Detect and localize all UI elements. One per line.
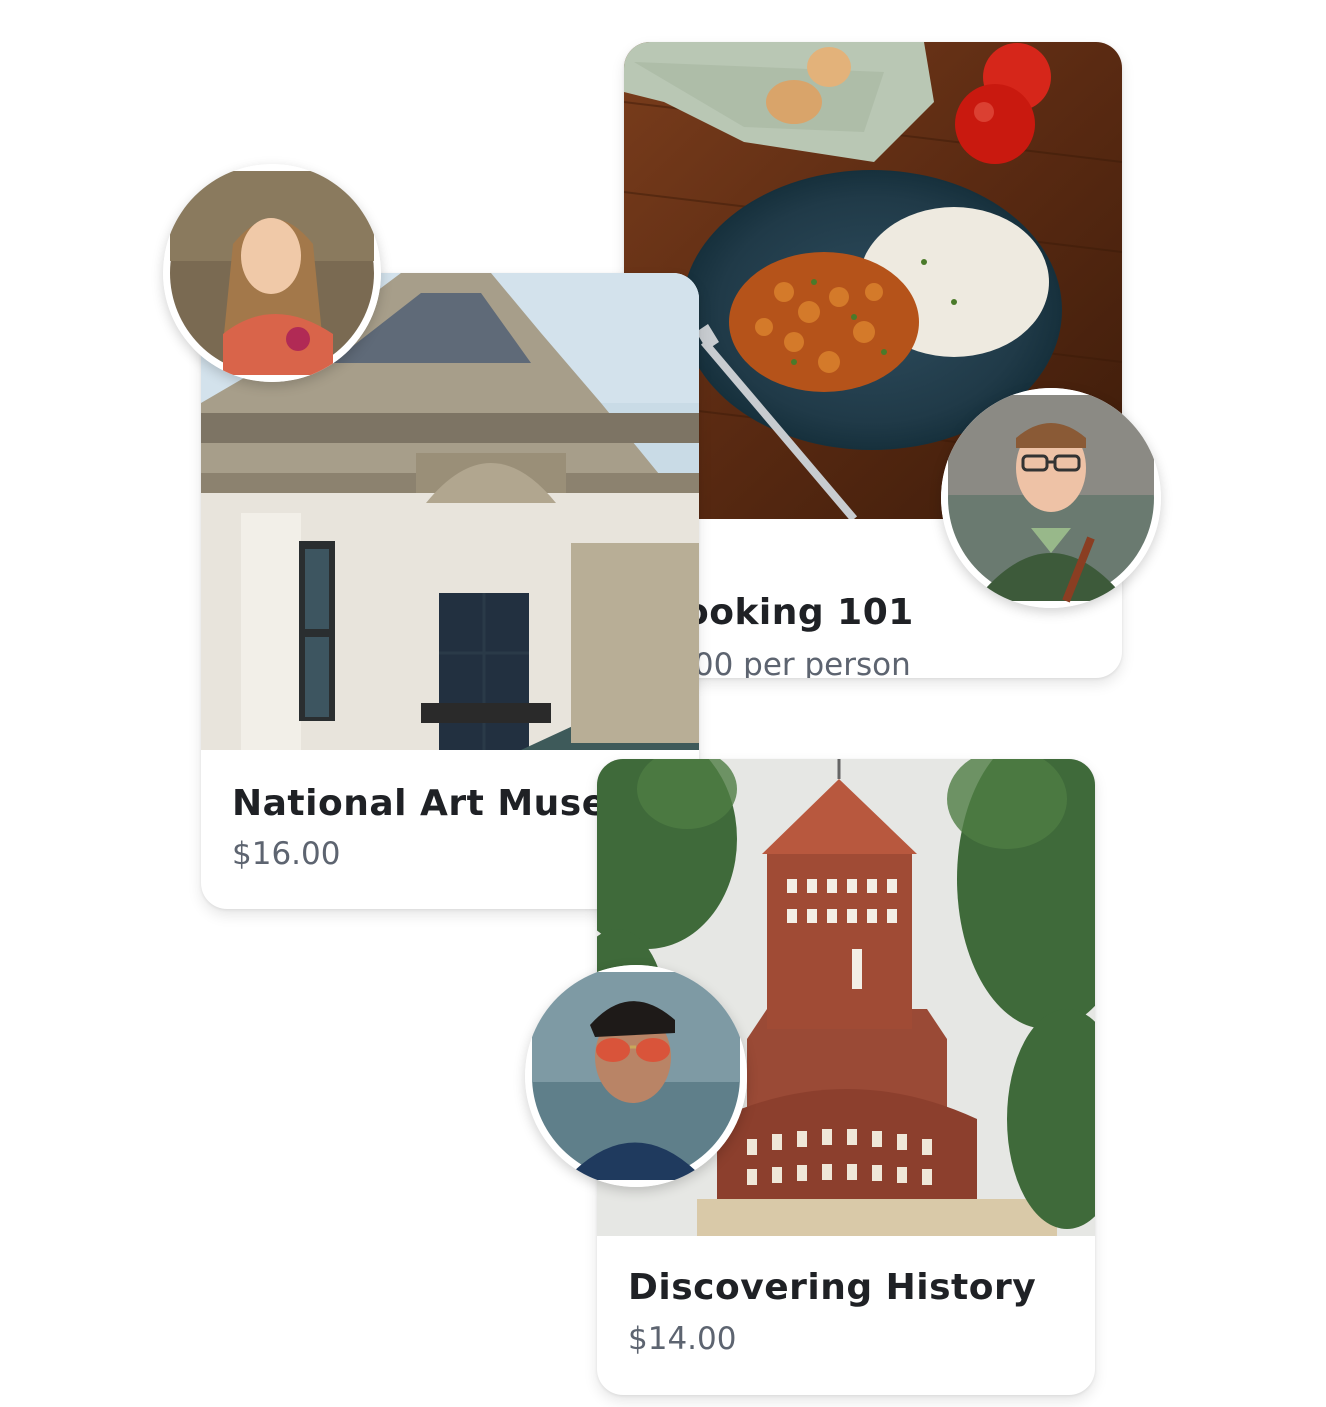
host-avatar-man[interactable] — [941, 388, 1161, 608]
host-avatar-woman[interactable] — [163, 164, 381, 382]
card-title: ooking 101 — [684, 592, 914, 633]
card-price: $14.00 — [628, 1321, 737, 1357]
card-title: Discovering History — [628, 1267, 1037, 1308]
card-title: National Art Muse — [232, 783, 607, 824]
host-avatar-teen[interactable] — [525, 965, 747, 1187]
card-price: $16.00 — [232, 836, 341, 872]
card-price: .00 per person — [684, 647, 911, 678]
